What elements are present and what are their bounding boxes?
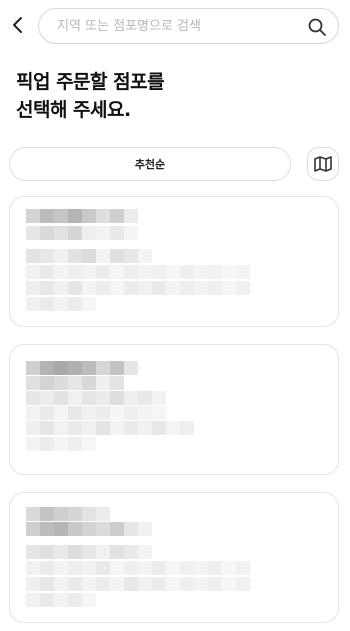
search-input[interactable] bbox=[57, 9, 297, 43]
page-title-line-2: 선택해 주세요. bbox=[16, 99, 131, 121]
top-bar bbox=[0, 0, 350, 52]
store-card[interactable] bbox=[9, 196, 339, 327]
chevron-left-icon bbox=[13, 17, 22, 33]
blurred-store-address bbox=[26, 391, 166, 405]
search-icon bbox=[308, 18, 326, 36]
sort-label: 추천순 bbox=[134, 158, 166, 171]
blurred-store-address bbox=[26, 249, 152, 263]
map-icon bbox=[314, 156, 332, 172]
blurred-store-name bbox=[26, 507, 110, 521]
page-title-line-1: 픽업 주문할 점포를 bbox=[16, 71, 165, 93]
page-title: 픽업 주문할 점포를 선택해 주세요. bbox=[16, 68, 336, 124]
sort-dropdown[interactable]: 추천순 bbox=[9, 147, 291, 181]
blurred-store-name bbox=[26, 361, 138, 375]
map-view-button[interactable] bbox=[307, 147, 339, 181]
blurred-store-address bbox=[26, 545, 152, 559]
blurred-store-name bbox=[26, 209, 138, 223]
store-card[interactable] bbox=[9, 344, 339, 475]
back-button[interactable] bbox=[6, 12, 30, 38]
search-box[interactable] bbox=[38, 8, 339, 44]
store-card[interactable] bbox=[9, 492, 339, 623]
search-button[interactable] bbox=[306, 16, 328, 38]
